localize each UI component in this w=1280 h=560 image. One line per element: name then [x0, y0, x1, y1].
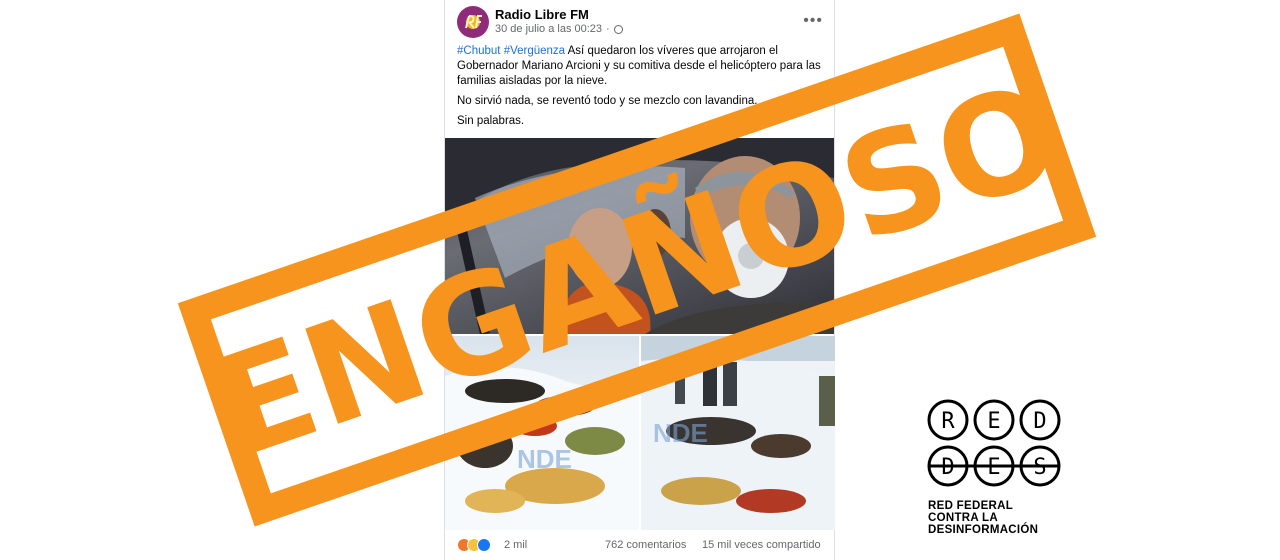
post-header: Radio Libre FM 30 de julio a las 00:23 ·…: [457, 6, 827, 40]
logo-letter-d: D: [1033, 409, 1046, 434]
food-in-snow-scene: NDE: [445, 367, 639, 530]
photo-food-snow-2[interactable]: NDE: [641, 336, 835, 530]
radio-logo-icon: [465, 15, 482, 29]
red-des-logo: R E D D E S: [927, 399, 1061, 487]
comments-count[interactable]: 762 comentarios: [605, 539, 686, 551]
page-avatar[interactable]: [457, 6, 489, 38]
post-body-line3: Sin palabras.: [457, 115, 525, 127]
caption-line-3: DESINFORMACIÓN: [928, 524, 1039, 536]
post-meta: 30 de julio a las 00:23 ·: [495, 23, 623, 35]
logo-letter-e: E: [987, 409, 1000, 434]
post-footer: 2 mil 762 comentarios 15 mil veces compa…: [457, 536, 827, 556]
post-text: #Chubut #Vergüenza Así quedaron los víve…: [457, 44, 822, 134]
reactions-icons[interactable]: [457, 538, 491, 552]
photo-helicopter-selfie[interactable]: [445, 138, 834, 334]
post-body-line2: No sirvió nada, se reventó todo y se mez…: [457, 95, 758, 107]
watermark-2: NDE: [653, 418, 708, 448]
like-reaction-icon: [477, 538, 491, 552]
page-name[interactable]: Radio Libre FM: [495, 7, 589, 22]
caption-line-1: RED FEDERAL: [928, 500, 1014, 512]
shares-count[interactable]: 15 mil veces compartido: [702, 539, 821, 551]
hashtag-verguenza[interactable]: #Vergüenza: [504, 45, 565, 57]
hashtag-chubut[interactable]: #Chubut: [457, 45, 500, 57]
photo-food-snow-1[interactable]: NDE: [445, 336, 639, 530]
more-icon[interactable]: •••: [803, 12, 823, 30]
photo-grid: NDE NDE: [445, 138, 835, 530]
logo-caption: RED FEDERAL CONTRA LA DESINFORMACIÓN: [928, 500, 1128, 536]
caption-line-2: CONTRA LA: [928, 512, 998, 524]
post-paragraph-1: #Chubut #Vergüenza Así quedaron los víve…: [457, 44, 822, 89]
globe-icon: [613, 24, 623, 34]
people-in-snow-scene: NDE: [641, 336, 835, 530]
post-timestamp[interactable]: 30 de julio a las 00:23: [495, 23, 602, 35]
logo-letter-r: R: [941, 409, 955, 434]
watermark-1: NDE: [517, 444, 572, 474]
facebook-post: Radio Libre FM 30 de julio a las 00:23 ·…: [444, 0, 835, 560]
reactions-count[interactable]: 2 mil: [504, 539, 527, 551]
helicopter-scene: [445, 138, 834, 334]
